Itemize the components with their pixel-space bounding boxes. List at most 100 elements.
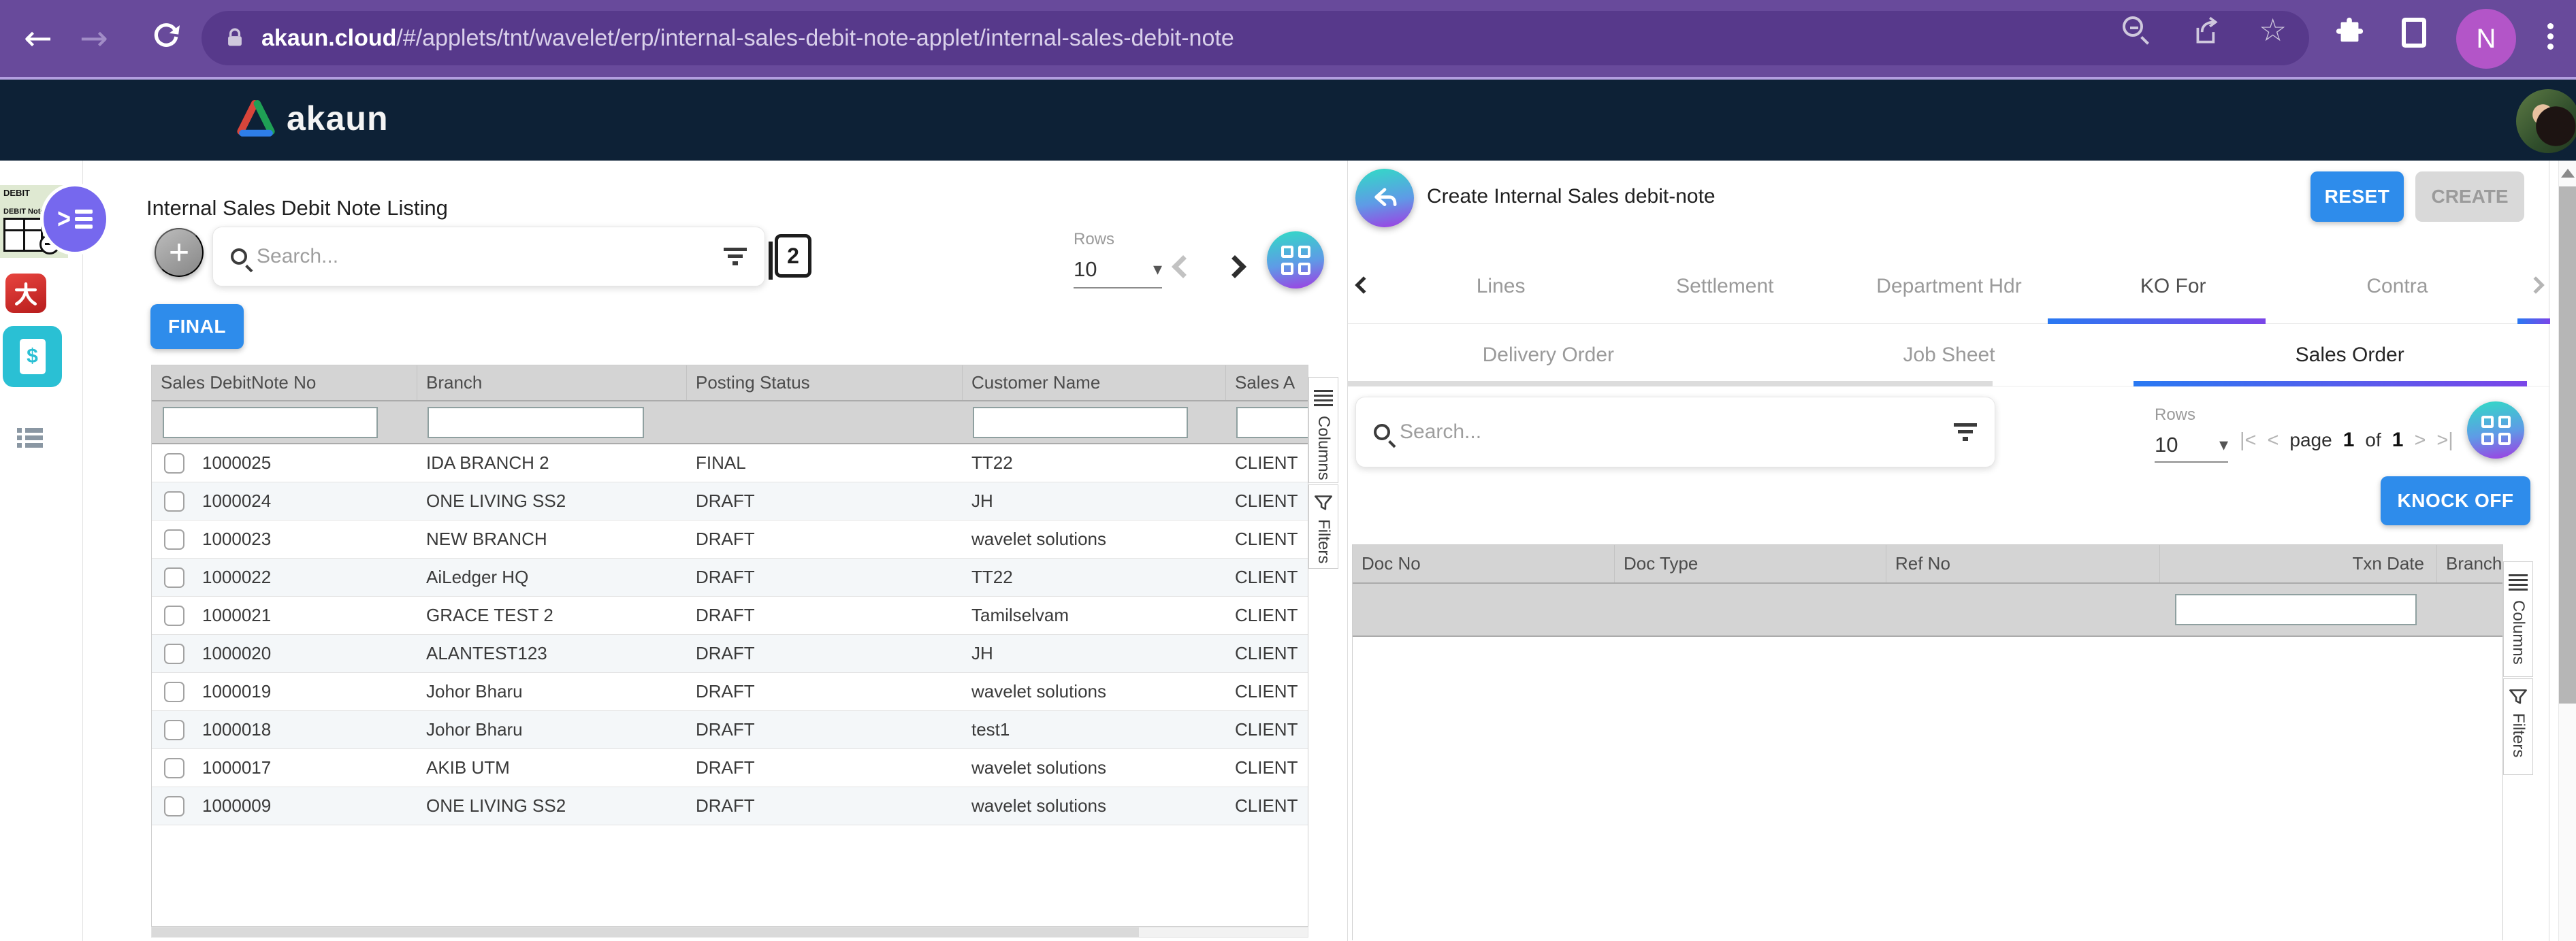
listing-filters-tab[interactable]: Filters — [1308, 484, 1338, 569]
panel-grid-view-button[interactable] — [2467, 401, 2524, 459]
listing-grid-view-button[interactable] — [1267, 231, 1324, 288]
share-icon[interactable] — [2191, 14, 2223, 46]
prompt-icon: > — [57, 203, 71, 235]
scrollbar-thumb[interactable] — [152, 927, 1139, 937]
panel-filters-tab[interactable]: Filters — [2503, 678, 2533, 775]
tab-contra[interactable]: Contra — [2285, 249, 2509, 323]
of-word: of — [2365, 429, 2381, 451]
create-button[interactable]: CREATE — [2415, 171, 2524, 222]
col-header-txn-date[interactable]: Txn Date — [2159, 545, 2436, 582]
sidebar-item-sales-app[interactable]: $ — [3, 326, 62, 387]
col-header-ref-no[interactable]: Ref No — [1886, 545, 2159, 582]
subtab-delivery-order[interactable]: Delivery Order — [1348, 324, 1749, 386]
row-checkbox[interactable] — [164, 758, 184, 778]
sidebar-item-list-icon[interactable] — [17, 425, 43, 450]
tab-ko-for[interactable]: KO For — [2061, 249, 2285, 323]
col-header-sales-debitnote-no[interactable]: Sales DebitNote No — [152, 365, 417, 400]
cell-customer: JH — [962, 491, 1225, 512]
row-checkbox[interactable] — [164, 682, 184, 702]
sidebar-expand-badge[interactable]: > — [44, 186, 106, 252]
listing-prev-page-icon[interactable] — [1172, 255, 1195, 278]
row-checkbox[interactable] — [164, 720, 184, 740]
reset-button[interactable]: RESET — [2311, 171, 2404, 222]
table-row[interactable]: 1000020 ALANTEST123 DRAFT JH CLIENT — [152, 635, 1308, 673]
last-page-icon[interactable]: >| — [2436, 429, 2453, 452]
back-button[interactable] — [1355, 169, 1414, 227]
next-page-icon[interactable]: > — [2414, 429, 2426, 452]
col-header-sales-agent[interactable]: Sales A — [1225, 365, 1308, 400]
table-row[interactable]: 1000023 NEW BRANCH DRAFT wavelet solutio… — [152, 521, 1308, 559]
final-filter-button[interactable]: FINAL — [150, 304, 244, 349]
table-row[interactable]: 1000022 AiLedger HQ DRAFT TT22 CLIENT — [152, 559, 1308, 597]
table-row[interactable]: 1000018 Johor Bharu DRAFT test1 CLIENT — [152, 711, 1308, 749]
scroll-up-arrow-icon[interactable] — [2561, 169, 2575, 178]
subtab-job-sheet[interactable]: Job Sheet — [1749, 324, 2150, 386]
row-checkbox[interactable] — [164, 491, 184, 512]
first-page-icon[interactable]: |< — [2240, 429, 2256, 452]
filter-input-txn-date[interactable] — [2175, 594, 2417, 625]
table-row[interactable]: 1000024 ONE LIVING SS2 DRAFT JH CLIENT — [152, 482, 1308, 521]
listing-next-page-icon[interactable] — [1223, 255, 1246, 278]
cell-posting-status: DRAFT — [686, 529, 962, 550]
col-header-customer-name[interactable]: Customer Name — [962, 365, 1225, 400]
filter-input-branch[interactable] — [428, 407, 644, 438]
browser-menu-icon[interactable] — [2547, 19, 2554, 54]
dollar-glyph: $ — [27, 345, 38, 368]
filter-input-customer-name[interactable] — [973, 407, 1188, 438]
row-checkbox[interactable] — [164, 796, 184, 816]
prev-page-icon[interactable]: < — [2267, 429, 2279, 452]
side-panel-icon[interactable] — [2402, 18, 2434, 50]
browser-refresh-icon[interactable] — [148, 20, 184, 56]
address-bar[interactable]: akaun.cloud/#/applets/tnt/wavelet/erp/in… — [202, 11, 2309, 65]
filter-list-icon[interactable] — [724, 244, 747, 269]
extensions-puzzle-icon[interactable] — [2334, 15, 2366, 48]
tab-settlement[interactable]: Settlement — [1613, 249, 1837, 323]
knock-off-button[interactable]: KNOCK OFF — [2381, 476, 2530, 525]
row-checkbox[interactable] — [164, 567, 184, 588]
panel-title: Create Internal Sales debit-note — [1427, 185, 1716, 208]
listing-search-input[interactable] — [257, 245, 724, 268]
panel-columns-tab[interactable]: Columns — [2503, 561, 2533, 677]
tabs-scroll-right-icon[interactable] — [2527, 276, 2544, 293]
row-checkbox[interactable] — [164, 453, 184, 474]
listing-columns-tab[interactable]: Columns — [1308, 377, 1338, 483]
row-checkbox[interactable] — [164, 529, 184, 550]
cell-debitnote-no: 1000009 — [202, 795, 271, 816]
browser-forward-icon[interactable]: → — [76, 20, 112, 56]
filter-input-debitnote-no[interactable] — [163, 407, 378, 438]
user-profile-avatar[interactable] — [2515, 88, 2576, 154]
listing-horizontal-scrollbar[interactable] — [151, 927, 1308, 938]
table-row[interactable]: 1000021 GRACE TEST 2 DRAFT Tamilselvam C… — [152, 597, 1308, 635]
tab-department-hdr[interactable]: Department Hdr — [1837, 249, 2061, 323]
zoom-out-icon[interactable] — [2123, 16, 2155, 49]
tabs-scroll-left-icon[interactable] — [1355, 276, 1372, 293]
table-row[interactable]: 1000019 Johor Bharu DRAFT wavelet soluti… — [152, 673, 1308, 711]
filter-input-sales-agent[interactable] — [1236, 407, 1308, 438]
add-record-button[interactable]: + — [155, 228, 204, 277]
subtab-sales-order[interactable]: Sales Order — [2149, 324, 2550, 386]
scrollbar-thumb[interactable] — [2559, 186, 2576, 704]
filter-list-icon[interactable] — [1954, 420, 1977, 444]
col-header-doc-type[interactable]: Doc Type — [1614, 545, 1886, 582]
browser-back-icon[interactable]: ← — [20, 20, 56, 56]
sidebar-item-red-app[interactable] — [5, 274, 46, 313]
panel-rows-selector[interactable]: Rows 10 ▾ — [2155, 406, 2228, 463]
row-checkbox[interactable] — [164, 606, 184, 626]
cell-branch: GRACE TEST 2 — [417, 605, 686, 626]
row-checkbox[interactable] — [164, 644, 184, 664]
table-row[interactable]: 1000025 IDA BRANCH 2 FINAL TT22 CLIENT — [152, 444, 1308, 482]
listing-rows-selector[interactable]: Rows 10 ▾ — [1074, 230, 1162, 288]
page-vertical-scrollbar[interactable] — [2558, 161, 2576, 941]
table-row[interactable]: 1000009 ONE LIVING SS2 DRAFT wavelet sol… — [152, 787, 1308, 825]
bookmark-star-icon[interactable]: ☆ — [2259, 14, 2291, 46]
col-header-branch[interactable]: Branch — [417, 365, 686, 400]
duplicate-pages-icon[interactable]: 2 — [775, 234, 811, 278]
col-header-posting-status[interactable]: Posting Status — [686, 365, 962, 400]
col-header-doc-no[interactable]: Doc No — [1353, 545, 1614, 582]
panel-search-input[interactable] — [1400, 420, 1954, 444]
tab-lines[interactable]: Lines — [1389, 249, 1613, 323]
table-row[interactable]: 1000017 AKIB UTM DRAFT wavelet solutions… — [152, 749, 1308, 787]
cell-agent: CLIENT — [1225, 491, 1308, 512]
col-header-branch[interactable]: Branch — [2436, 545, 2502, 582]
browser-profile-avatar[interactable]: N — [2456, 9, 2516, 69]
